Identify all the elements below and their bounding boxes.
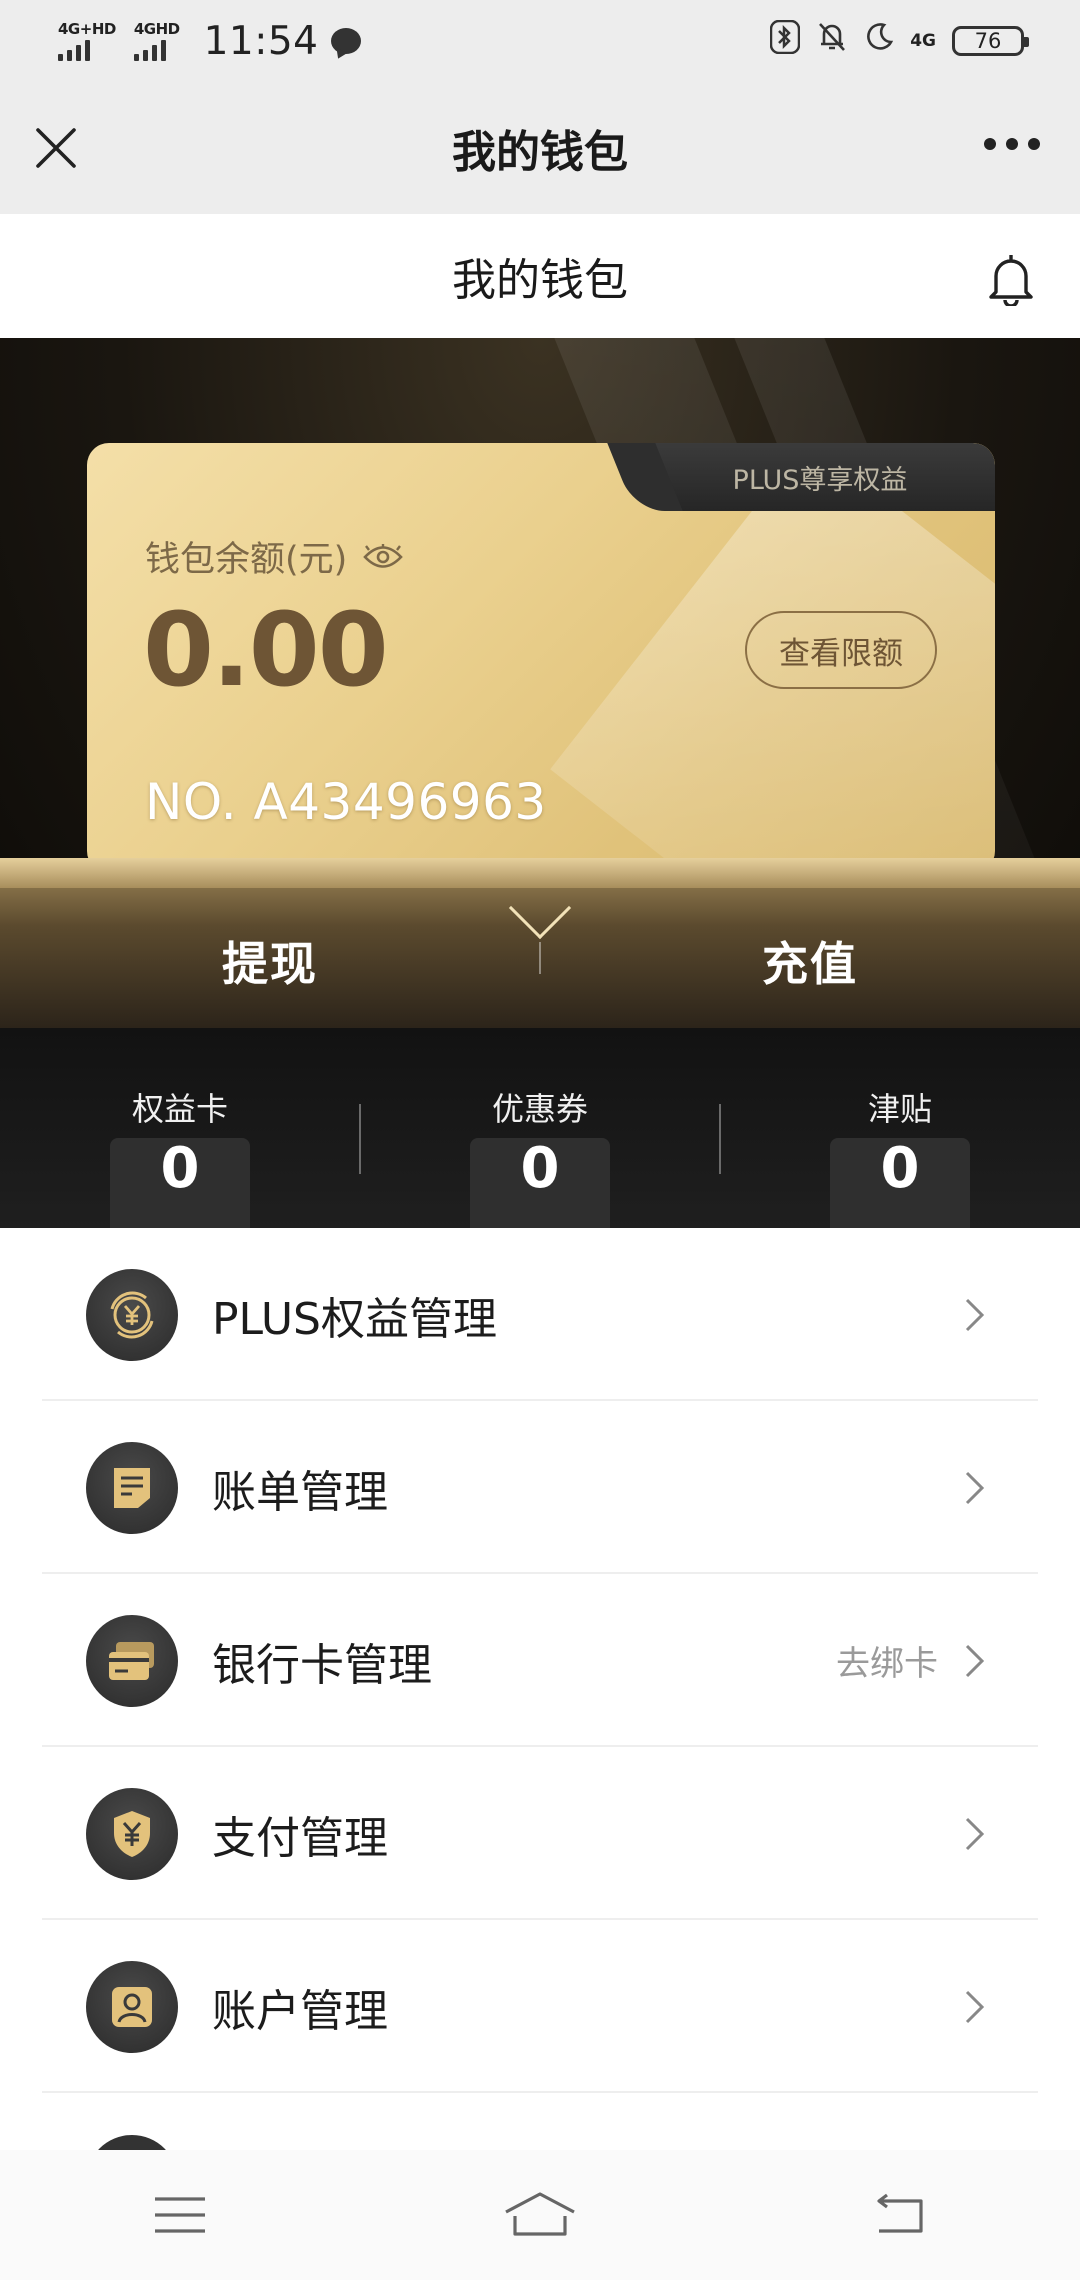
menu-item-bank-card[interactable]: 银行卡管理 去绑卡 <box>0 1574 1080 1747</box>
home-nav-button[interactable] <box>500 2185 580 2245</box>
app-title-bar: 我的钱包 <box>0 82 1080 214</box>
stats-row: 权益卡 0 优惠券 0 津贴 0 <box>0 1028 1080 1228</box>
hamburger-icon <box>155 2197 205 2233</box>
chat-notification-icon <box>330 28 361 54</box>
battery-icon: 76 <box>952 26 1029 56</box>
back-nav-button[interactable] <box>860 2185 940 2245</box>
status-time: 11:54 <box>203 18 319 64</box>
stat-coupon[interactable]: 优惠券 0 <box>360 1028 720 1228</box>
window-title: 我的钱包 <box>452 127 628 178</box>
wallet-page: 4G+HD 4GHD 11:54 4G 76 我的钱包 我的钱包 PLUS尊享权… <box>0 0 1080 2280</box>
signal-bars-icon <box>58 39 90 61</box>
menu-item-payment[interactable]: 支付管理 <box>0 1747 1080 1920</box>
stat-benefit-card[interactable]: 权益卡 0 <box>0 1028 360 1228</box>
status-bar: 4G+HD 4GHD 11:54 4G 76 <box>0 0 1080 82</box>
signal-sim1: 4G+HD <box>58 21 116 61</box>
menu-nav-button[interactable] <box>140 2185 220 2245</box>
mute-icon <box>816 20 848 62</box>
bank-card-icon <box>86 1614 178 1707</box>
stat-label: 权益卡 <box>131 1090 228 1128</box>
page-header: 我的钱包 <box>0 214 1080 338</box>
account-icon <box>86 1960 178 2053</box>
view-limit-button[interactable]: 查看限额 <box>745 611 937 689</box>
menu-item-label: PLUS权益管理 <box>212 1293 497 1345</box>
menu-item-label: 账单管理 <box>212 1466 388 1518</box>
back-icon <box>877 2193 923 2233</box>
wallet-card: PLUS尊享权益 钱包余额(元) 0.00 查看限额 NO. A43496963 <box>87 443 995 873</box>
chevron-right-icon <box>965 1471 985 1504</box>
system-nav-bar <box>0 2150 1080 2280</box>
balance-label-text: 钱包余额(元) <box>145 540 348 580</box>
menu-item-label: 支付管理 <box>212 1812 388 1864</box>
menu-item-label: 账户管理 <box>212 1985 388 2037</box>
balance-amount: 0.00 <box>143 591 389 710</box>
withdraw-button[interactable]: 提现 <box>0 918 540 1004</box>
chevron-right-icon <box>965 1817 985 1850</box>
card-number: NO. A43496963 <box>145 773 547 831</box>
bell-icon[interactable] <box>986 252 1036 306</box>
chevron-right-icon <box>965 1990 985 2023</box>
stat-label: 津贴 <box>867 1090 932 1128</box>
signal-sim1-label: 4G+HD <box>58 20 116 38</box>
menu-list: PLUS权益管理 账单管理 银行卡管理 去绑卡 支付管理 账户管理 <box>0 1228 1080 2093</box>
balance-label: 钱包余额(元) <box>145 531 404 582</box>
stat-divider <box>719 1104 721 1174</box>
menu-item-account[interactable]: 账户管理 <box>0 1920 1080 2093</box>
more-options-icon[interactable] <box>984 138 1040 150</box>
stat-value: 0 <box>880 1136 920 1201</box>
bluetooth-icon <box>769 19 801 62</box>
signal-sim2: 4GHD <box>133 20 180 61</box>
payment-shield-icon <box>86 1787 178 1880</box>
page-title: 我的钱包 <box>452 255 628 306</box>
close-icon[interactable] <box>30 122 82 174</box>
home-icon <box>505 2192 575 2236</box>
chevron-right-icon <box>965 1298 985 1331</box>
plus-benefit-icon <box>86 1268 178 1361</box>
status-icons: 4G 76 <box>769 19 1029 62</box>
plus-benefit-tab[interactable]: PLUS尊享权益 <box>645 443 995 511</box>
bill-icon <box>86 1441 178 1534</box>
menu-item-plus-benefit[interactable]: PLUS权益管理 <box>0 1228 1080 1401</box>
eye-icon[interactable] <box>363 543 404 570</box>
menu-item-bill[interactable]: 账单管理 <box>0 1401 1080 1574</box>
network-type-label: 4G <box>910 31 936 51</box>
wallet-hero: PLUS尊享权益 钱包余额(元) 0.00 查看限额 NO. A43496963… <box>0 338 1080 1028</box>
stat-value: 0 <box>160 1136 200 1201</box>
signal-sim2-label: 4GHD <box>133 20 180 38</box>
stat-value: 0 <box>520 1136 560 1201</box>
plus-benefit-tab-label: PLUS尊享权益 <box>732 464 908 496</box>
bind-card-hint: 去绑卡 <box>836 1644 938 1684</box>
stat-divider <box>359 1104 361 1174</box>
signal-bars-icon <box>133 39 166 61</box>
do-not-disturb-moon-icon <box>864 22 894 60</box>
chevron-right-icon <box>965 1644 985 1677</box>
menu-item-label: 银行卡管理 <box>212 1639 432 1691</box>
recharge-button[interactable]: 充值 <box>540 918 1080 1004</box>
stat-label: 优惠券 <box>491 1090 588 1128</box>
stat-allowance[interactable]: 津贴 0 <box>720 1028 1080 1228</box>
